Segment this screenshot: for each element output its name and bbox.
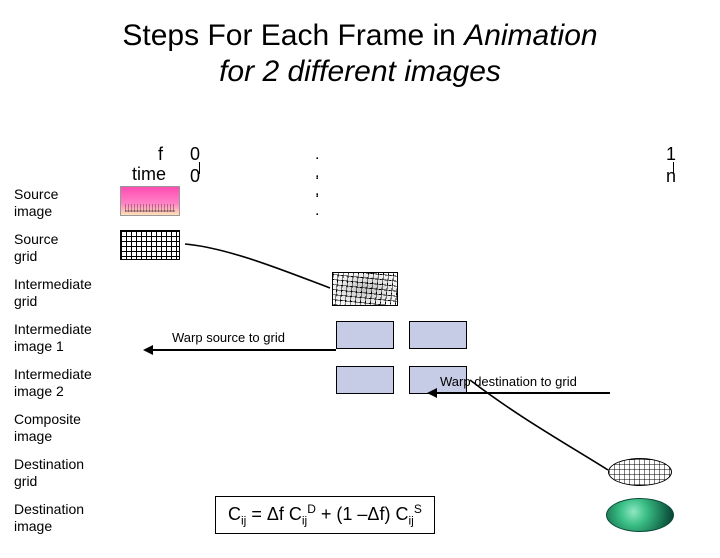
label-source-grid: Source grid [14, 231, 92, 264]
axis-f-label: f [158, 144, 163, 165]
source-image-icon [120, 186, 180, 216]
axis-n: n [666, 166, 676, 187]
label-source-image: Source image [14, 186, 92, 219]
warp-dest-arrow [430, 392, 610, 394]
formula-box: Cij = Δf CijD + (1 –Δf) CijS [215, 496, 435, 534]
row-labels: Source image Source grid Intermediate gr… [14, 186, 92, 546]
label-composite-image: Composite image [14, 411, 92, 444]
page-title: Steps For Each Frame in Animation for 2 … [10, 18, 710, 90]
intermediate-image-1-icon-b [409, 321, 467, 349]
label-destination-image: Destination image [14, 501, 92, 534]
axis-zero-time: 0 [190, 166, 200, 187]
destination-image-icon [606, 498, 674, 532]
warp-dest-label: Warp destination to grid [440, 374, 577, 389]
label-destination-grid: Destination grid [14, 456, 92, 489]
intermediate-grid-icon [332, 272, 398, 306]
axis-one: 1 [666, 144, 676, 165]
axis-dots-bottom: . . . [315, 166, 322, 220]
axis-time-label: time [132, 164, 166, 185]
label-intermediate-grid: Intermediate grid [14, 276, 92, 309]
intermediate-image-1-icon [336, 321, 394, 349]
label-intermediate-image-1: Intermediate image 1 [14, 321, 92, 354]
destination-grid-icon [608, 458, 672, 486]
warp-source-arrow [146, 349, 336, 351]
intermediate-image-2-icon [336, 366, 394, 394]
warp-source-label: Warp source to grid [172, 330, 285, 345]
label-intermediate-image-2: Intermediate image 2 [14, 366, 92, 399]
source-grid-icon [120, 230, 180, 260]
